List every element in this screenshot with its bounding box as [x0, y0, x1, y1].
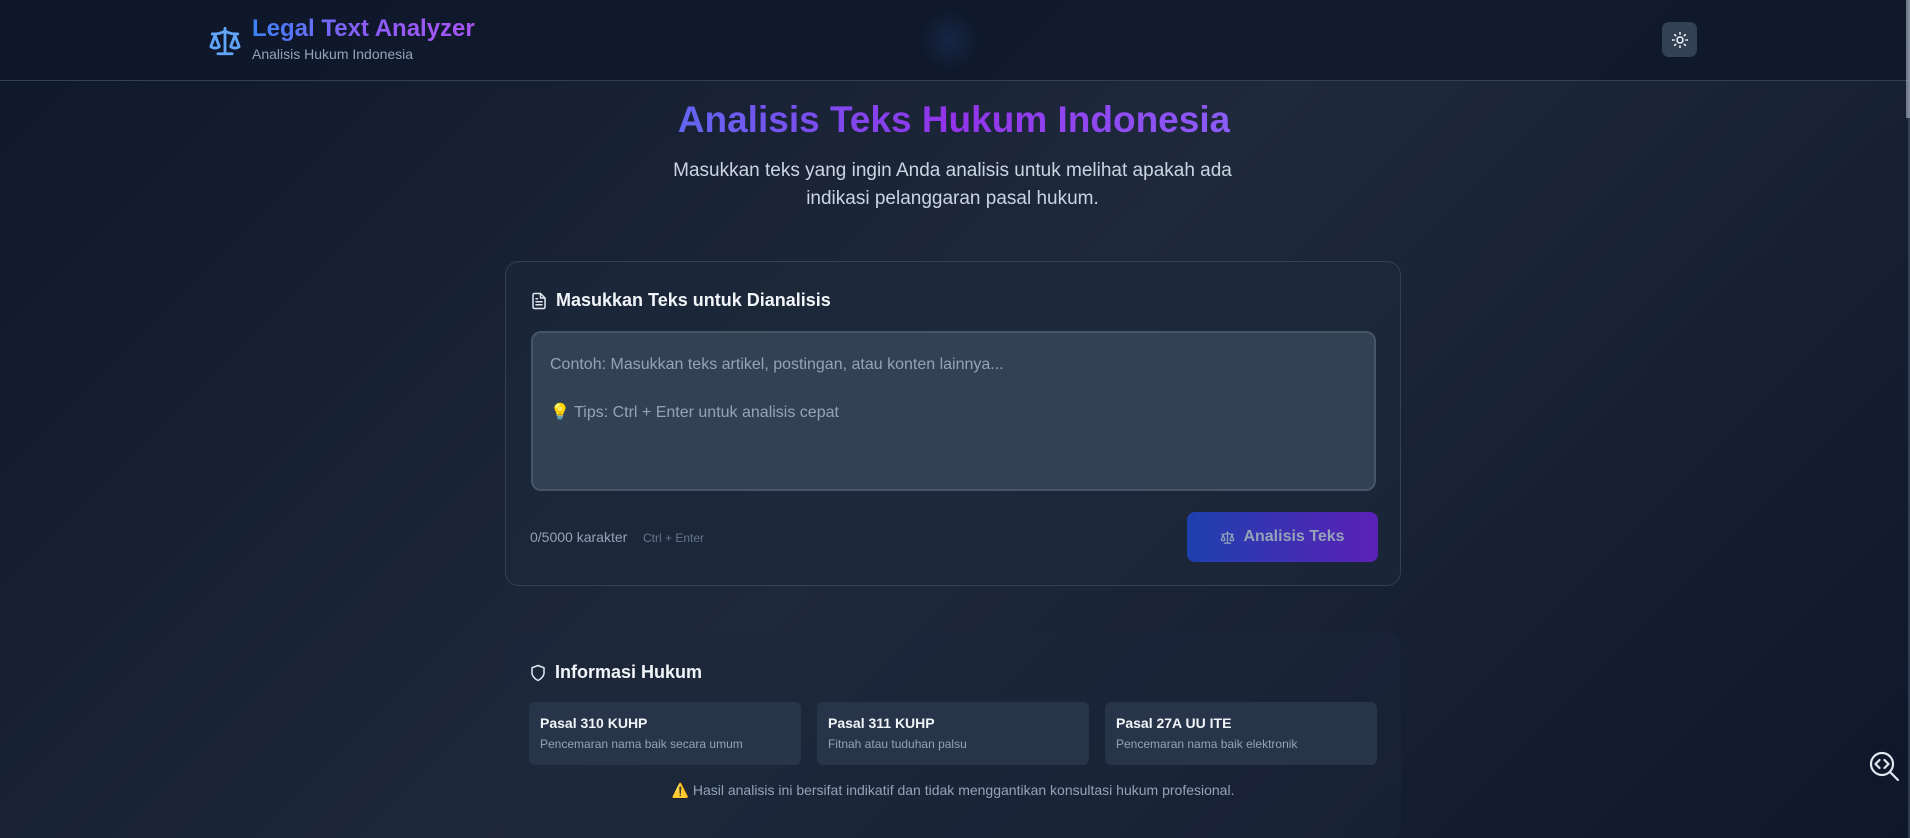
header-glow	[920, 10, 980, 70]
shield-icon	[529, 663, 547, 683]
analyze-button[interactable]: Analisis Teks	[1187, 512, 1378, 562]
scale-icon	[208, 24, 242, 58]
law-name: Pasal 310 KUHP	[540, 715, 648, 731]
disclaimer: ⚠️ Hasil analisis ini bersifat indikatif…	[671, 782, 1235, 798]
shortcut-hint: Ctrl + Enter	[643, 531, 705, 545]
page-description: Masukkan teks yang ingin Anda analisis u…	[673, 160, 1232, 209]
legal-info-section: Informasi Hukum Pasal 310 KUHP Pencemara…	[505, 632, 1401, 838]
document-icon	[530, 291, 548, 311]
input-card-header: Masukkan Teks untuk Dianalisis	[530, 290, 831, 311]
page-title: Analisis Teks Hukum Indonesia	[677, 99, 1231, 140]
brand[interactable]: Legal Text Analyzer Analisis Hukum Indon…	[208, 14, 475, 62]
law-name: Pasal 311 KUHP	[828, 715, 935, 731]
char-counter: 0/5000 karakter	[530, 529, 628, 545]
law-name: Pasal 27A UU ITE	[1116, 715, 1232, 731]
law-card: Pasal 27A UU ITE Pencemaran nama baik el…	[1105, 702, 1377, 765]
legal-info-header: Informasi Hukum	[529, 662, 702, 683]
analyze-button-label: Analisis Teks	[1243, 528, 1345, 545]
code-search-icon	[1867, 749, 1901, 783]
law-description: Pencemaran nama baik elektronik	[1116, 737, 1298, 751]
law-description: Pencemaran nama baik secara umum	[540, 737, 743, 751]
scrollbar-thumb[interactable]	[1906, 0, 1910, 118]
law-card: Pasal 311 KUHP Fitnah atau tuduhan palsu	[817, 702, 1089, 765]
sun-icon	[1671, 31, 1689, 49]
app-title: Legal Text Analyzer	[252, 15, 475, 42]
input-card-title: Masukkan Teks untuk Dianalisis	[556, 290, 831, 310]
input-card: Masukkan Teks untuk Dianalisis Contoh: M…	[505, 261, 1401, 586]
scale-icon	[1220, 530, 1235, 545]
app-header: Legal Text Analyzer Analisis Hukum Indon…	[0, 0, 1908, 81]
devtools-button[interactable]	[1862, 744, 1906, 788]
law-card: Pasal 310 KUHP Pencemaran nama baik seca…	[529, 702, 801, 765]
theme-toggle-button[interactable]	[1662, 22, 1697, 57]
law-description: Fitnah atau tuduhan palsu	[828, 737, 967, 751]
legal-info-title: Informasi Hukum	[555, 662, 703, 682]
app-subtitle: Analisis Hukum Indonesia	[252, 46, 414, 62]
text-input[interactable]: Contoh: Masukkan teks artikel, postingan…	[531, 331, 1376, 491]
